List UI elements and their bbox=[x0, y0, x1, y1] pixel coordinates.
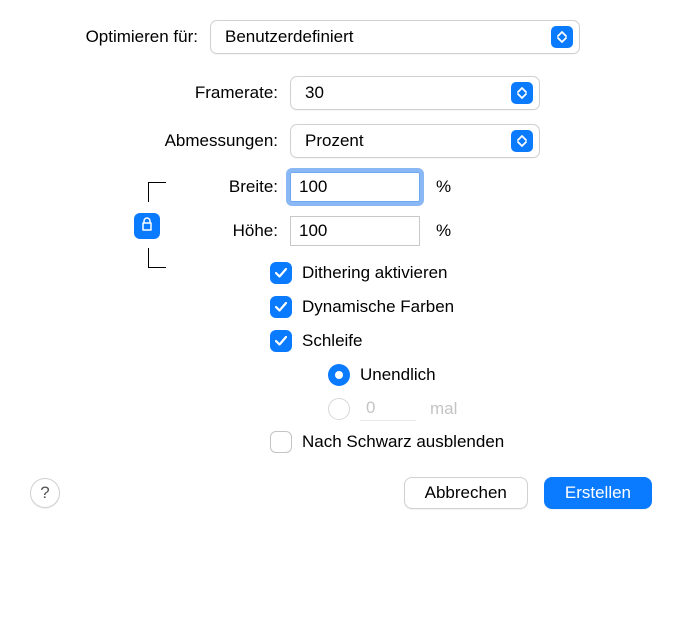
loop-infinite-radio[interactable] bbox=[328, 364, 350, 386]
dynamic-colors-label: Dynamische Farben bbox=[302, 297, 454, 317]
check-icon bbox=[274, 335, 288, 347]
dimensions-label: Abmessungen: bbox=[30, 131, 290, 151]
framerate-select[interactable]: 30 bbox=[290, 76, 540, 110]
width-label: Breite: bbox=[30, 177, 290, 197]
width-unit: % bbox=[436, 177, 451, 197]
optimize-select-value: Benutzerdefiniert bbox=[225, 27, 354, 47]
loop-checkbox[interactable] bbox=[270, 330, 292, 352]
create-button[interactable]: Erstellen bbox=[544, 477, 652, 509]
optimize-select[interactable]: Benutzerdefiniert bbox=[210, 20, 580, 54]
width-input[interactable] bbox=[290, 172, 420, 202]
height-label: Höhe: bbox=[30, 221, 290, 241]
loop-label: Schleife bbox=[302, 331, 362, 351]
check-icon bbox=[274, 267, 288, 279]
dynamic-colors-checkbox[interactable] bbox=[270, 296, 292, 318]
dithering-label: Dithering aktivieren bbox=[302, 263, 448, 283]
optimize-label: Optimieren für: bbox=[30, 27, 210, 47]
help-icon: ? bbox=[40, 483, 49, 503]
chevron-up-down-icon bbox=[551, 26, 573, 48]
loop-count-suffix: mal bbox=[430, 399, 457, 419]
height-unit: % bbox=[436, 221, 451, 241]
help-button[interactable]: ? bbox=[30, 478, 60, 508]
chevron-up-down-icon bbox=[511, 130, 533, 152]
dimensions-select-value: Prozent bbox=[305, 131, 364, 151]
framerate-label: Framerate: bbox=[30, 83, 290, 103]
dithering-checkbox[interactable] bbox=[270, 262, 292, 284]
lock-aspect-ratio-toggle[interactable] bbox=[134, 213, 160, 239]
loop-count-radio[interactable] bbox=[328, 398, 350, 420]
cancel-button[interactable]: Abbrechen bbox=[404, 477, 528, 509]
chevron-up-down-icon bbox=[511, 82, 533, 104]
dimensions-select[interactable]: Prozent bbox=[290, 124, 540, 158]
check-icon bbox=[274, 301, 288, 313]
height-input[interactable] bbox=[290, 216, 420, 246]
lock-icon bbox=[141, 216, 153, 236]
fade-to-black-label: Nach Schwarz ausblenden bbox=[302, 432, 504, 452]
framerate-select-value: 30 bbox=[305, 83, 324, 103]
loop-count-input bbox=[360, 396, 416, 421]
loop-infinite-label: Unendlich bbox=[360, 365, 436, 385]
fade-to-black-checkbox[interactable] bbox=[270, 431, 292, 453]
